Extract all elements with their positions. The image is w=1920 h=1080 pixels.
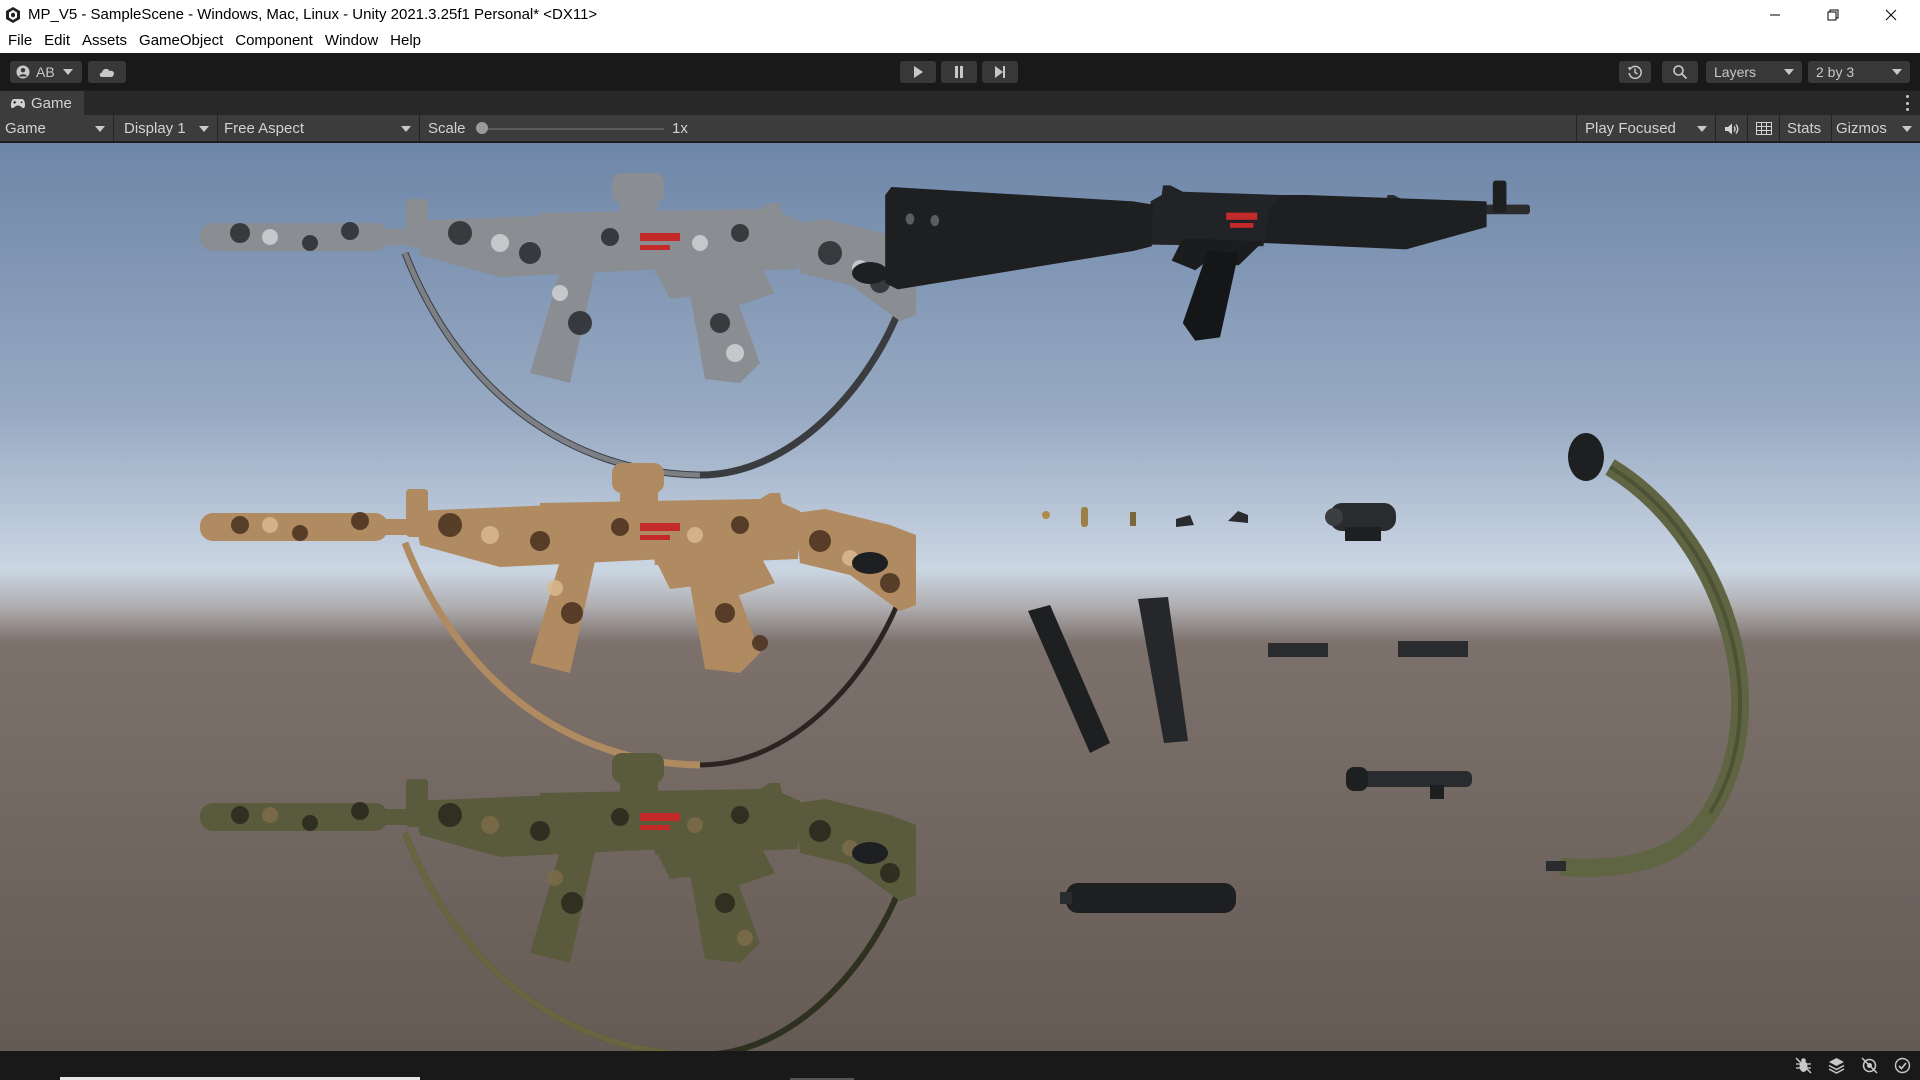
tab-bar: Game bbox=[0, 90, 1920, 116]
history-icon bbox=[1628, 65, 1642, 80]
part-rail-short bbox=[1268, 643, 1328, 657]
more-options-icon[interactable] bbox=[1904, 95, 1910, 111]
undo-history-button[interactable] bbox=[1619, 61, 1651, 83]
cloud-icon bbox=[99, 68, 115, 77]
play-controls bbox=[900, 61, 1018, 83]
pause-icon bbox=[955, 66, 963, 78]
minimize-icon bbox=[1770, 14, 1780, 15]
chevron-down-icon bbox=[199, 126, 209, 132]
view-type-dropdown[interactable]: Game bbox=[0, 115, 114, 142]
gizmos-dropdown[interactable]: Gizmos bbox=[1832, 115, 1920, 142]
account-dropdown[interactable]: AB bbox=[10, 61, 82, 83]
window-title: MP_V5 - SampleScene - Windows, Mac, Linu… bbox=[28, 6, 598, 23]
part-cartridge bbox=[1081, 507, 1088, 527]
layout-dropdown[interactable]: 2 by 3 bbox=[1808, 61, 1910, 83]
menu-file[interactable]: File bbox=[2, 29, 38, 53]
chevron-down-icon bbox=[1697, 126, 1707, 132]
grid-toggle-button[interactable] bbox=[1748, 115, 1780, 142]
step-icon bbox=[995, 66, 1005, 78]
menu-component[interactable]: Component bbox=[229, 29, 319, 53]
view-type-label: Game bbox=[5, 120, 46, 137]
part-suppressor bbox=[1060, 883, 1236, 913]
display-dropdown[interactable]: Display 1 bbox=[114, 115, 218, 142]
aspect-dropdown[interactable]: Free Aspect bbox=[218, 115, 420, 142]
unity-logo-icon bbox=[6, 6, 20, 23]
menu-gameobject[interactable]: GameObject bbox=[133, 29, 229, 53]
layers-label: Layers bbox=[1714, 64, 1757, 80]
grid-icon bbox=[1755, 122, 1772, 135]
rifle-marking bbox=[640, 813, 680, 821]
speaker-icon bbox=[1724, 123, 1738, 134]
account-label: AB bbox=[36, 64, 55, 80]
menu-edit[interactable]: Edit bbox=[38, 29, 76, 53]
gamepad-icon bbox=[10, 98, 26, 108]
menu-window[interactable]: Window bbox=[319, 29, 384, 53]
step-button[interactable] bbox=[982, 61, 1018, 83]
check-circle-icon[interactable] bbox=[1893, 1056, 1912, 1075]
game-view-toolbar: Game Display 1 Free Aspect Scale 1x Play… bbox=[0, 115, 1920, 142]
bug-icon[interactable] bbox=[1794, 1056, 1813, 1075]
chevron-down-icon bbox=[1902, 126, 1912, 132]
rifle-marking bbox=[640, 233, 680, 241]
minimize-button[interactable] bbox=[1746, 0, 1804, 29]
cloud-button[interactable] bbox=[88, 61, 126, 83]
chevron-down-icon bbox=[401, 126, 411, 132]
search-button[interactable] bbox=[1662, 61, 1698, 83]
scale-value: 1x bbox=[672, 120, 688, 137]
play-button[interactable] bbox=[900, 61, 936, 83]
layers-dropdown[interactable]: Layers bbox=[1706, 61, 1802, 83]
display-label: Display 1 bbox=[124, 120, 186, 137]
part-round bbox=[1042, 511, 1050, 519]
chevron-down-icon bbox=[62, 69, 73, 75]
play-icon bbox=[914, 66, 923, 78]
close-button[interactable] bbox=[1862, 0, 1920, 29]
aspect-label: Free Aspect bbox=[224, 120, 305, 137]
menu-bar: File Edit Assets GameObject Component Wi… bbox=[0, 29, 1920, 53]
status-bar bbox=[0, 1051, 1920, 1080]
part-small bbox=[1130, 512, 1136, 526]
layers-icon[interactable] bbox=[1827, 1056, 1846, 1075]
rifle-marking bbox=[640, 523, 680, 531]
tab-game-label: Game bbox=[31, 94, 72, 112]
lighting-icon[interactable] bbox=[1860, 1056, 1879, 1075]
tab-game[interactable]: Game bbox=[0, 90, 84, 116]
chevron-down-icon bbox=[95, 126, 105, 132]
restore-icon bbox=[1827, 9, 1839, 20]
account-icon bbox=[16, 65, 30, 79]
close-icon bbox=[1885, 9, 1897, 20]
restore-button[interactable] bbox=[1804, 0, 1862, 29]
scale-slider-track[interactable] bbox=[482, 128, 664, 130]
scale-control: Scale 1x bbox=[420, 115, 800, 142]
layout-label: 2 by 3 bbox=[1816, 64, 1855, 80]
chevron-down-icon bbox=[1784, 69, 1794, 75]
game-viewport[interactable] bbox=[0, 143, 1920, 1051]
menu-help[interactable]: Help bbox=[384, 29, 427, 53]
stats-label: Stats bbox=[1787, 120, 1822, 137]
stats-toggle[interactable]: Stats bbox=[1780, 115, 1832, 142]
menu-assets[interactable]: Assets bbox=[76, 29, 133, 53]
part-rail-long bbox=[1398, 641, 1468, 657]
mute-audio-button[interactable] bbox=[1716, 115, 1748, 142]
main-toolbar: AB Layers 2 by 3 bbox=[0, 53, 1920, 90]
search-icon bbox=[1673, 65, 1688, 80]
play-mode-dropdown[interactable]: Play Focused bbox=[1576, 115, 1716, 142]
play-mode-label: Play Focused bbox=[1585, 120, 1676, 137]
scene-render bbox=[0, 143, 1920, 1051]
pause-button[interactable] bbox=[941, 61, 977, 83]
title-bar: MP_V5 - SampleScene - Windows, Mac, Linu… bbox=[0, 0, 1920, 29]
scale-label: Scale bbox=[428, 120, 466, 137]
gizmos-label: Gizmos bbox=[1836, 120, 1887, 137]
scale-slider-thumb[interactable] bbox=[476, 122, 488, 134]
chevron-down-icon bbox=[1892, 69, 1902, 75]
